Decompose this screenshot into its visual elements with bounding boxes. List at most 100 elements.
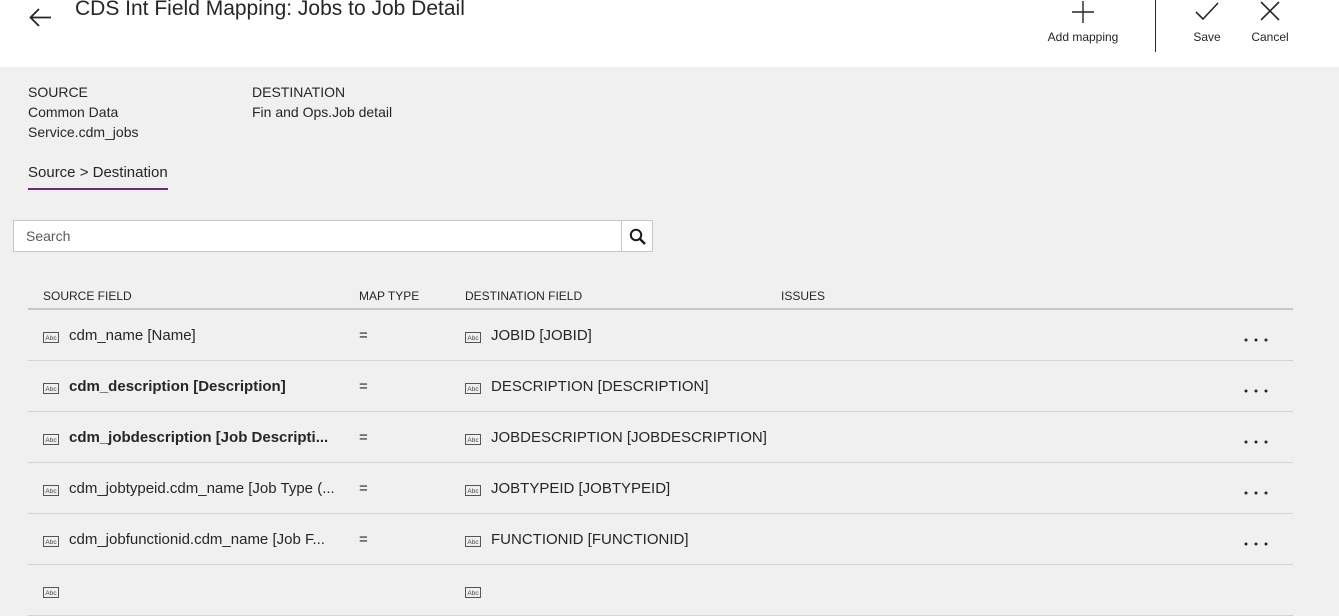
search-icon bbox=[629, 228, 646, 245]
text-field-icon: Abc bbox=[465, 483, 481, 500]
page-title: CDS Int Field Mapping: Jobs to Job Detai… bbox=[75, 0, 465, 20]
destination-field-cell[interactable]: JOBTYPEID [JOBTYPEID] bbox=[491, 479, 670, 499]
column-header-issues[interactable]: ISSUES bbox=[781, 289, 825, 303]
search-box bbox=[13, 220, 653, 252]
abc-text-icon: Abc bbox=[465, 485, 481, 496]
more-actions-button[interactable] bbox=[1243, 330, 1269, 344]
text-field-icon: Abc bbox=[465, 585, 481, 602]
field-mapping-grid: SOURCE FIELD MAP TYPE DESTINATION FIELD … bbox=[28, 280, 1293, 616]
destination-field-cell[interactable]: JOBID [JOBID] bbox=[491, 326, 592, 346]
save-button[interactable]: Save bbox=[1186, 0, 1228, 52]
more-icon bbox=[1244, 491, 1268, 495]
source-field-cell[interactable]: cdm_jobfunctionid.cdm_name [Job F... bbox=[69, 530, 325, 550]
table-row[interactable]: Abc cdm_description [Description] = Abc DESC… bbox=[28, 361, 1293, 412]
text-field-icon: Abc bbox=[465, 432, 481, 449]
more-actions-button[interactable] bbox=[1243, 534, 1269, 548]
svg-text:Abc: Abc bbox=[45, 590, 57, 597]
svg-text:Abc: Abc bbox=[45, 488, 57, 495]
table-row[interactable]: Abc cdm_jobtypeid.cdm_name [Job Type (...… bbox=[28, 463, 1293, 514]
abc-text-icon: Abc bbox=[465, 587, 481, 598]
add-mapping-button[interactable]: Add mapping bbox=[1040, 0, 1126, 52]
text-field-icon: Abc bbox=[43, 381, 59, 398]
add-mapping-label: Add mapping bbox=[1047, 30, 1119, 44]
abc-text-icon: Abc bbox=[43, 536, 59, 547]
destination-field-cell[interactable]: DESCRIPTION [DESCRIPTION] bbox=[491, 377, 709, 397]
abc-text-icon: Abc bbox=[43, 332, 59, 343]
table-row[interactable]: Abc cdm_jobfunctionid.cdm_name [Job F... =… bbox=[28, 514, 1293, 565]
text-field-icon: Abc bbox=[465, 534, 481, 551]
text-field-icon: Abc bbox=[43, 585, 59, 602]
text-field-icon: Abc bbox=[43, 330, 59, 347]
cancel-button[interactable]: Cancel bbox=[1246, 0, 1294, 52]
more-icon bbox=[1244, 542, 1268, 546]
map-type-cell[interactable]: = bbox=[359, 479, 368, 499]
save-label: Save bbox=[1193, 30, 1221, 44]
source-field-cell[interactable]: cdm_jobtypeid.cdm_name [Job Type (... bbox=[69, 479, 335, 499]
column-header-destination-field[interactable]: DESTINATION FIELD bbox=[465, 289, 582, 303]
text-field-icon: Abc bbox=[465, 381, 481, 398]
text-field-icon: Abc bbox=[465, 330, 481, 347]
map-type-cell[interactable]: = bbox=[359, 530, 368, 550]
svg-text:Abc: Abc bbox=[45, 386, 57, 393]
more-actions-button[interactable] bbox=[1243, 381, 1269, 395]
svg-text:Abc: Abc bbox=[45, 335, 57, 342]
svg-text:Abc: Abc bbox=[467, 539, 479, 546]
more-icon bbox=[1244, 440, 1268, 444]
map-type-cell[interactable]: = bbox=[359, 377, 368, 397]
table-row[interactable]: Abc cdm_name [Name] = Abc JOBID [JOBID] bbox=[28, 310, 1293, 361]
svg-text:Abc: Abc bbox=[467, 488, 479, 495]
more-icon bbox=[1244, 338, 1268, 342]
text-field-icon: Abc bbox=[43, 432, 59, 449]
destination-value: Fin and Ops.Job detail bbox=[252, 104, 393, 120]
map-type-cell[interactable]: = bbox=[359, 326, 368, 346]
abc-text-icon: Abc bbox=[465, 434, 481, 445]
source-field-cell[interactable]: cdm_description [Description] bbox=[69, 377, 286, 397]
tab-source-destination[interactable]: Source > Destination bbox=[28, 163, 168, 190]
search-input[interactable] bbox=[14, 221, 622, 251]
source-field-cell[interactable]: cdm_name [Name] bbox=[69, 326, 196, 346]
cancel-label: Cancel bbox=[1251, 30, 1289, 44]
column-header-source-field[interactable]: SOURCE FIELD bbox=[43, 289, 132, 303]
text-field-icon: Abc bbox=[43, 483, 59, 500]
command-bar: CDS Int Field Mapping: Jobs to Job Detai… bbox=[0, 0, 1339, 67]
source-value-line2: Service.cdm_jobs bbox=[28, 124, 139, 140]
destination-info: DESTINATION Fin and Ops.Job detail bbox=[252, 82, 452, 122]
map-type-cell[interactable]: = bbox=[359, 428, 368, 448]
arrow-left-icon bbox=[29, 8, 51, 27]
table-row-partial[interactable]: Abc Abc bbox=[28, 565, 1293, 616]
table-row[interactable]: Abc cdm_jobdescription [Job Descripti... =… bbox=[28, 412, 1293, 463]
more-actions-button[interactable] bbox=[1243, 432, 1269, 446]
abc-text-icon: Abc bbox=[465, 332, 481, 343]
source-value-line1: Common Data bbox=[28, 104, 119, 120]
plus-icon bbox=[1072, 1, 1094, 23]
grid-body: Abc cdm_name [Name] = Abc JOBID [JOBID] Abc cd… bbox=[28, 310, 1293, 616]
source-heading: SOURCE bbox=[28, 84, 88, 100]
abc-text-icon: Abc bbox=[465, 536, 481, 547]
svg-text:Abc: Abc bbox=[467, 335, 479, 342]
source-info: SOURCE Common Data Service.cdm_jobs bbox=[28, 82, 178, 142]
command-divider bbox=[1155, 0, 1156, 52]
abc-text-icon: Abc bbox=[43, 434, 59, 445]
svg-text:Abc: Abc bbox=[467, 590, 479, 597]
abc-text-icon: Abc bbox=[465, 383, 481, 394]
source-field-cell[interactable]: cdm_jobdescription [Job Descripti... bbox=[69, 428, 328, 448]
text-field-icon: Abc bbox=[43, 534, 59, 551]
svg-text:Abc: Abc bbox=[467, 386, 479, 393]
abc-text-icon: Abc bbox=[43, 383, 59, 394]
more-actions-button[interactable] bbox=[1243, 483, 1269, 497]
svg-text:Abc: Abc bbox=[467, 437, 479, 444]
destination-field-cell[interactable]: FUNCTIONID [FUNCTIONID] bbox=[491, 530, 688, 550]
more-icon bbox=[1244, 389, 1268, 393]
search-button[interactable] bbox=[621, 221, 652, 251]
svg-text:Abc: Abc bbox=[45, 539, 57, 546]
destination-heading: DESTINATION bbox=[252, 84, 346, 100]
column-header-map-type[interactable]: MAP TYPE bbox=[359, 289, 419, 303]
abc-text-icon: Abc bbox=[43, 485, 59, 496]
checkmark-icon bbox=[1195, 2, 1219, 21]
close-icon bbox=[1260, 1, 1280, 21]
back-button[interactable] bbox=[26, 4, 54, 32]
svg-text:Abc: Abc bbox=[45, 437, 57, 444]
grid-header: SOURCE FIELD MAP TYPE DESTINATION FIELD … bbox=[28, 280, 1293, 310]
abc-text-icon: Abc bbox=[43, 587, 59, 598]
destination-field-cell[interactable]: JOBDESCRIPTION [JOBDESCRIPTION] bbox=[491, 428, 767, 448]
